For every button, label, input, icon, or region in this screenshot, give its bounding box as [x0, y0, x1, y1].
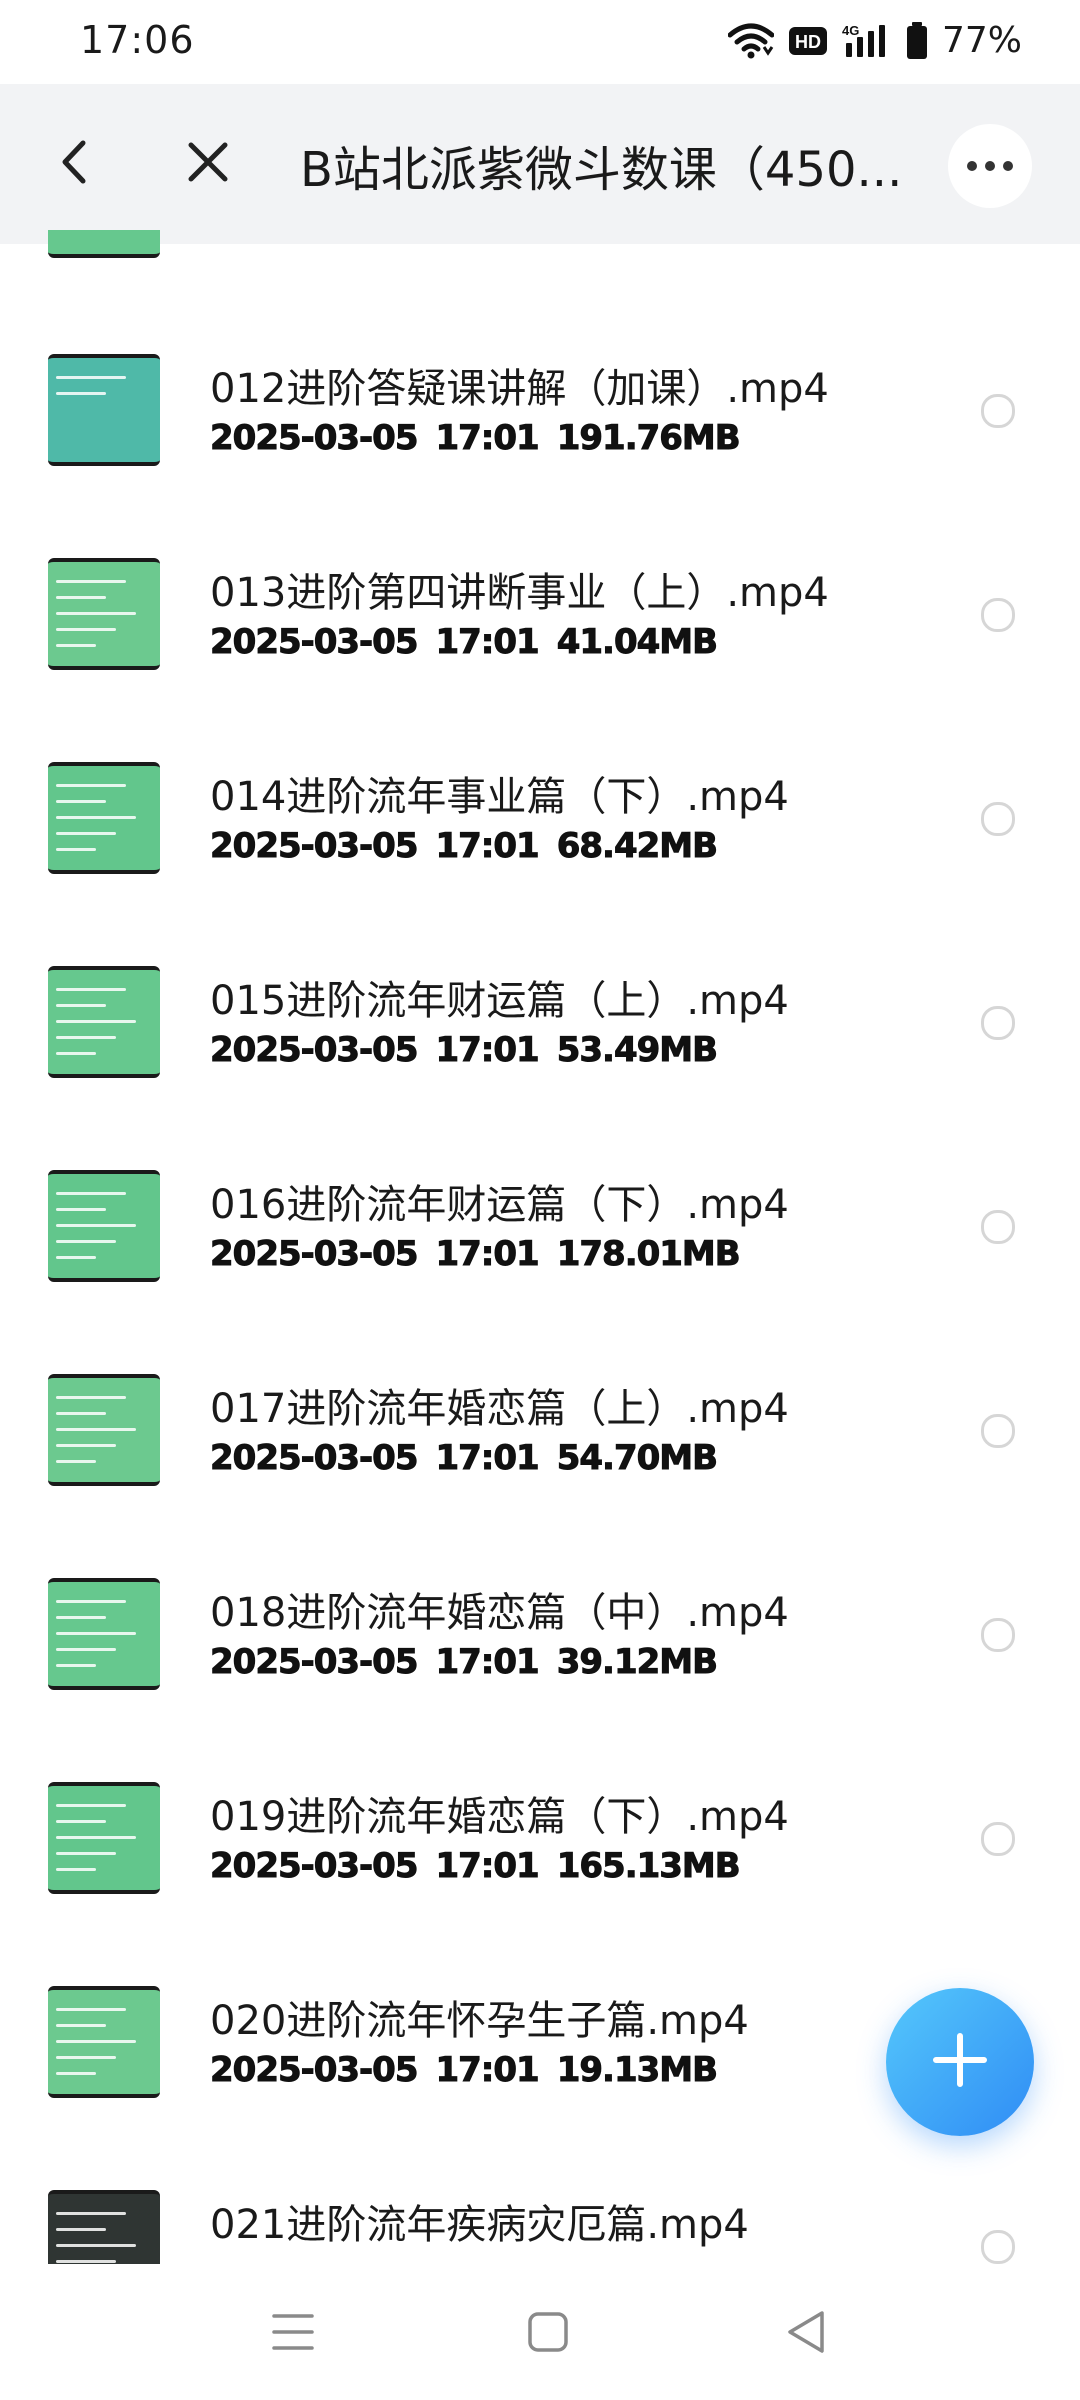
thumbnail-text-line [56, 596, 106, 599]
thumbnail-text-line [56, 1460, 96, 1463]
file-name: 019进阶流年婚恋篇（下）.mp4 [210, 1794, 789, 1840]
file-name: 018进阶流年婚恋篇（中）.mp4 [210, 1590, 789, 1636]
plus-icon [930, 2030, 990, 2094]
file-meta [210, 2254, 246, 2264]
thumbnail-text-line [56, 2260, 116, 2263]
thumbnail-text-line [56, 816, 136, 819]
thumbnail-text-line [56, 1208, 106, 1211]
list-item[interactable]: 013进阶第四讲断事业（上）.mp4 2025-03-05 17:01 41.04MB [0, 448, 1080, 670]
thumbnail-text-line [56, 1600, 126, 1603]
list-item[interactable]: 012进阶答疑课讲解（加课）.mp4 2025-03-05 17:01 191.76M… [0, 244, 1080, 466]
thumbnail-text-line [56, 644, 96, 647]
select-checkbox[interactable] [981, 598, 1015, 632]
thumbnail-text-line [56, 1224, 136, 1227]
thumbnail-text-line [56, 1412, 106, 1415]
thumbnail-text-line [56, 1616, 106, 1619]
thumbnail-text-line [56, 2212, 126, 2215]
select-checkbox[interactable] [981, 1006, 1015, 1040]
thumbnail-text-line [56, 1804, 126, 1807]
status-time: 17:06 [80, 18, 195, 62]
hd-icon: HD [788, 25, 828, 57]
thumbnail-text-line [56, 1036, 116, 1039]
wifi-icon [727, 23, 774, 59]
thumbnail-text-line [56, 392, 106, 395]
file-name: 021进阶流年疾病灾厄篇.mp4 [210, 2202, 749, 2248]
thumbnail-text-line [56, 1664, 96, 1667]
thumbnail-text-line [56, 1444, 116, 1447]
system-nav-bar [0, 2264, 1080, 2400]
thumbnail-text-line [56, 988, 126, 991]
thumbnail-text-line [56, 848, 96, 851]
thumbnail-text-line [56, 1648, 116, 1651]
select-checkbox[interactable] [981, 1618, 1015, 1652]
thumbnail-text-line [56, 2056, 116, 2059]
thumbnail-text-line [56, 1052, 96, 1055]
file-name: 012进阶答疑课讲解（加课）.mp4 [210, 366, 829, 412]
thumbnail-text-line [56, 2072, 96, 2075]
list-item[interactable]: 014进阶流年事业篇（下）.mp4 2025-03-05 17:01 68.42MB [0, 652, 1080, 874]
thumbnail-text-line [56, 1004, 106, 1007]
thumbnail-text-line [56, 1428, 136, 1431]
file-name: 014进阶流年事业篇（下）.mp4 [210, 774, 789, 820]
select-checkbox[interactable] [981, 1414, 1015, 1448]
select-checkbox[interactable] [981, 1822, 1015, 1856]
thumbnail-text-line [56, 2244, 136, 2247]
thumbnail-text-line [56, 1256, 96, 1259]
file-name: 015进阶流年财运篇（上）.mp4 [210, 978, 789, 1024]
file-list[interactable]: 012进阶答疑课讲解（加课）.mp4 2025-03-05 17:01 191.76M… [0, 244, 1080, 2264]
thumbnail-text-line [56, 1240, 116, 1243]
thumbnail-text-line [56, 1852, 116, 1855]
thumbnail-text-line [56, 2228, 106, 2231]
battery-icon [906, 21, 928, 60]
thumbnail-text-line [56, 1868, 96, 1871]
thumbnail-text-line [56, 1396, 126, 1399]
list-item[interactable]: 016进阶流年财运篇（下）.mp4 2025-03-05 17:01 178.01MB [0, 1060, 1080, 1282]
file-name: 017进阶流年婚恋篇（上）.mp4 [210, 1386, 789, 1432]
thumbnail-text-line [56, 784, 126, 787]
thumbnail-text-line [56, 612, 136, 615]
thumbnail-text-line [56, 2008, 126, 2011]
file-name: 013进阶第四讲断事业（上）.mp4 [210, 570, 829, 616]
list-item[interactable]: 017进阶流年婚恋篇（上）.mp4 2025-03-05 17:01 54.70MB [0, 1264, 1080, 1486]
page: 17:06 HD 4G 77% B站北派紫微斗数课（450... 012进阶答疑… [0, 0, 1080, 2400]
thumbnail-text-line [56, 2024, 106, 2027]
list-item[interactable]: 018进阶流年婚恋篇（中）.mp4 2025-03-05 17:01 39.12MB [0, 1468, 1080, 1690]
add-button[interactable] [886, 1988, 1034, 2136]
thumbnail-text-line [56, 376, 126, 379]
hd-label: HD [795, 32, 821, 52]
signal-icon: 4G [842, 23, 892, 59]
thumbnail-text-line [56, 628, 116, 631]
thumbnail-text-line [56, 2040, 136, 2043]
battery-percent: 77% [941, 20, 1022, 61]
select-checkbox[interactable] [981, 394, 1015, 428]
thumbnail-text-line [56, 1836, 136, 1839]
thumbnail-text-line [56, 1820, 106, 1823]
thumbnail-text-line [56, 580, 126, 583]
select-checkbox[interactable] [981, 2230, 1015, 2264]
file-name: 020进阶流年怀孕生子篇.mp4 [210, 1998, 749, 2044]
menu-icon[interactable] [272, 2312, 314, 2356]
thumbnail-text-line [56, 1632, 136, 1635]
list-item[interactable]: 015进阶流年财运篇（上）.mp4 2025-03-05 17:01 53.49MB [0, 856, 1080, 1078]
network-label: 4G [842, 23, 859, 38]
file-thumbnail [48, 2190, 160, 2264]
home-icon[interactable] [528, 2312, 568, 2356]
thumbnail-text-line [56, 1192, 126, 1195]
thumbnail-text-line [56, 800, 106, 803]
file-name: 016进阶流年财运篇（下）.mp4 [210, 1182, 789, 1228]
nav-back-icon[interactable] [786, 2310, 826, 2358]
list-item[interactable]: 019进阶流年婚恋篇（下）.mp4 2025-03-05 17:01 165.13MB [0, 1672, 1080, 1894]
thumbnail-text-line [56, 1020, 136, 1023]
thumbnail-text-line [56, 832, 116, 835]
status-icons: HD 4G 77% [727, 20, 1022, 61]
select-checkbox[interactable] [981, 1210, 1015, 1244]
select-checkbox[interactable] [981, 802, 1015, 836]
status-bar: 17:06 HD 4G 77% [0, 0, 1080, 84]
